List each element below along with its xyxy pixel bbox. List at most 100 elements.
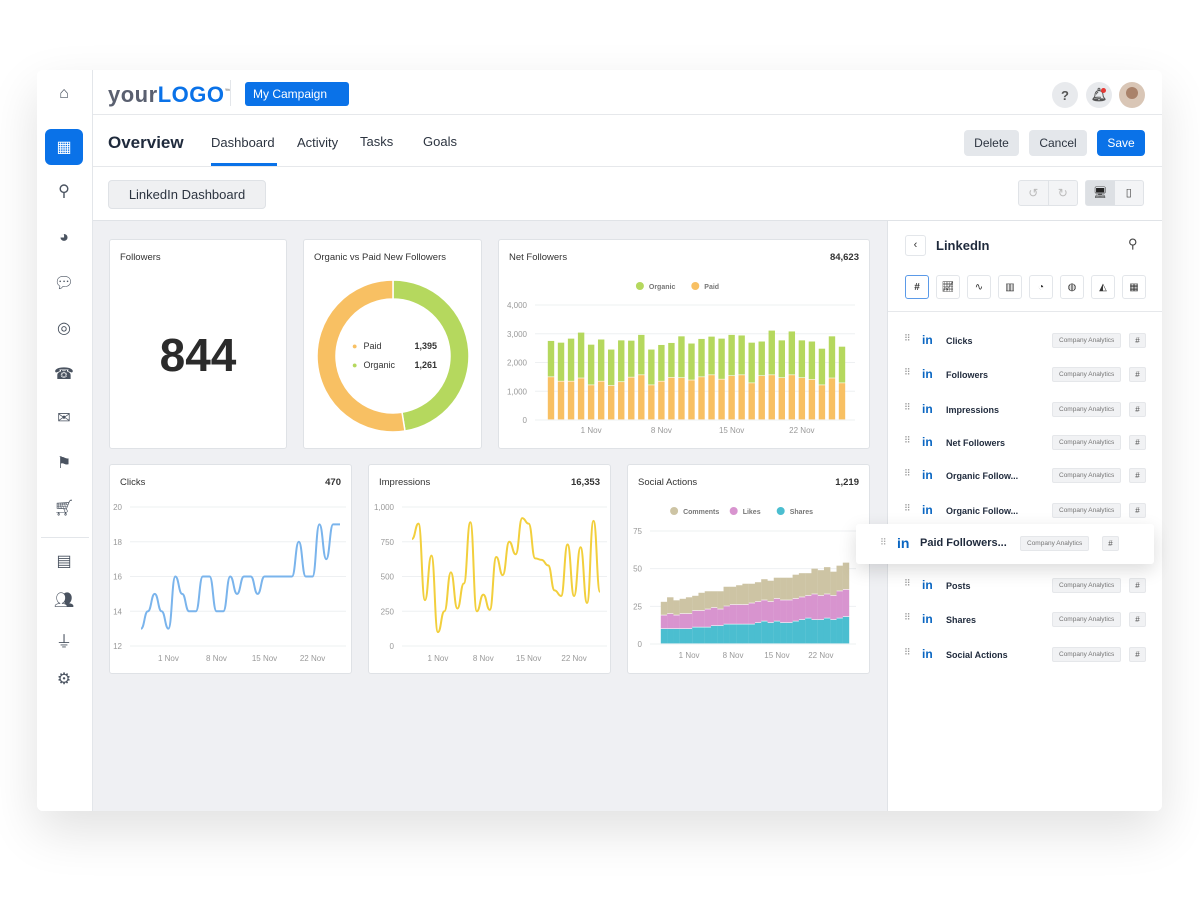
x-tick-label: 22 Nov bbox=[561, 654, 586, 663]
net-followers-card[interactable]: Net Followers 84,623 0 1,000 2,000 3,000 4,0… bbox=[498, 239, 870, 449]
bar-organic bbox=[768, 330, 775, 375]
globe-icon[interactable]: ◍ bbox=[1060, 275, 1084, 299]
followers-value: 844 bbox=[159, 329, 237, 381]
save-button[interactable]: Save bbox=[1097, 130, 1145, 156]
home-icon[interactable]: ⌂ bbox=[45, 76, 83, 112]
bar-paid bbox=[628, 377, 635, 420]
drag-handle-icon[interactable]: ⠿ bbox=[904, 613, 912, 622]
mobile-view-icon[interactable]: ▯ bbox=[1115, 181, 1144, 205]
bar-shares bbox=[786, 622, 793, 644]
pie-chart-icon[interactable]: ◔ bbox=[1029, 275, 1053, 299]
item-tag: Company Analytics bbox=[1052, 435, 1122, 450]
search-icon[interactable]: ⚲ bbox=[1128, 236, 1138, 252]
bar-likes bbox=[711, 607, 718, 626]
bar-likes bbox=[673, 615, 680, 629]
organic-vs-paid-card[interactable]: Organic vs Paid New Followers ● Paid 1,395… bbox=[303, 239, 482, 449]
drag-handle-icon[interactable]: ⠿ bbox=[904, 334, 912, 343]
desktop-view-icon[interactable]: 🖥︎ bbox=[1086, 181, 1115, 205]
drag-handle-icon[interactable]: ⠿ bbox=[904, 579, 912, 588]
drag-handle-icon[interactable]: ⠿ bbox=[904, 469, 912, 478]
users-icon[interactable]: 👥︎ bbox=[45, 582, 83, 618]
campaign-dropdown[interactable]: My Campaign ▼ bbox=[245, 82, 349, 114]
x-tick-label: 22 Nov bbox=[300, 654, 325, 663]
item-tag: Company Analytics bbox=[1052, 503, 1122, 518]
bar-organic bbox=[748, 342, 755, 383]
widget-list-item[interactable]: ⠿ in Social Actions Company Analytics # bbox=[888, 641, 1162, 671]
redo-icon[interactable]: ↻ bbox=[1049, 181, 1078, 205]
cancel-button[interactable]: Cancel bbox=[1029, 130, 1087, 156]
bar-paid bbox=[708, 375, 715, 420]
bar-paid bbox=[577, 378, 585, 420]
delete-button[interactable]: Delete bbox=[964, 130, 1019, 156]
table-icon[interactable]: ▦ bbox=[1122, 275, 1146, 299]
avatar[interactable] bbox=[1119, 82, 1145, 108]
followers-card[interactable]: Followers 844 bbox=[109, 239, 287, 449]
tab-activity[interactable]: Activity bbox=[297, 135, 338, 150]
y-tick-label: 18 bbox=[113, 538, 122, 547]
plug-icon[interactable]: ⏚ bbox=[45, 622, 83, 658]
tab-dashboard[interactable]: Dashboard bbox=[211, 135, 275, 150]
chat-icon[interactable]: 💬︎ bbox=[45, 265, 83, 301]
widget-list-item[interactable]: ⠿ in Shares Company Analytics # bbox=[888, 606, 1162, 636]
bar-comments bbox=[792, 574, 799, 599]
bar-organic bbox=[577, 332, 585, 378]
bar-likes bbox=[685, 613, 693, 629]
bar-chart-icon[interactable]: ▥ bbox=[998, 275, 1022, 299]
widget-list-item[interactable]: ⠿ in Net Followers Company Analytics # bbox=[888, 429, 1162, 459]
line-chart-icon[interactable]: 📈︎ bbox=[936, 275, 960, 299]
drag-handle-icon[interactable]: ⠿ bbox=[904, 436, 912, 445]
type-number-button[interactable]: # bbox=[905, 275, 929, 299]
mail-icon[interactable]: ✉︎ bbox=[45, 400, 83, 436]
linkedin-icon: in bbox=[922, 435, 933, 449]
target-icon[interactable]: ◎ bbox=[45, 310, 83, 346]
linkedin-icon: in bbox=[897, 535, 910, 551]
widget-list-item[interactable]: ⠿ in Organic Follow... Company Analytics # bbox=[888, 497, 1162, 527]
phone-icon[interactable]: ☎︎ bbox=[45, 356, 83, 392]
item-name: Shares bbox=[946, 615, 977, 625]
dragged-widget-item[interactable]: ⠿ in Paid Followers... Company Analytics… bbox=[856, 524, 1154, 564]
undo-icon[interactable]: ↺ bbox=[1019, 181, 1049, 205]
drag-handle-icon[interactable]: ⠿ bbox=[904, 648, 912, 657]
drag-handle-icon[interactable]: ⠿ bbox=[880, 537, 887, 548]
help-button[interactable]: ? bbox=[1052, 82, 1078, 108]
search-icon[interactable]: ⚲ bbox=[45, 173, 83, 209]
bar-shares bbox=[780, 622, 787, 644]
location-icon[interactable]: ⚑ bbox=[45, 445, 83, 481]
drag-handle-icon[interactable]: ⠿ bbox=[904, 504, 912, 513]
back-button[interactable]: ‹ bbox=[905, 235, 926, 256]
widget-list-item[interactable]: ⠿ in Posts Company Analytics # bbox=[888, 572, 1162, 602]
x-tick-label: 1 Nov bbox=[427, 654, 448, 663]
area-chart-icon[interactable]: ◭ bbox=[1091, 275, 1115, 299]
bar-comments bbox=[805, 573, 812, 596]
tab-tasks[interactable]: Tasks bbox=[360, 134, 393, 149]
widget-list-item[interactable]: ⠿ in Organic Follow... Company Analytics # bbox=[888, 462, 1162, 492]
bar-shares bbox=[729, 624, 737, 644]
item-tag: Company Analytics bbox=[1052, 468, 1122, 483]
bar-organic bbox=[798, 340, 806, 378]
drag-handle-icon[interactable]: ⠿ bbox=[904, 403, 912, 412]
gear-icon[interactable]: ⚙︎ bbox=[45, 661, 83, 697]
dashboard-name-button[interactable]: LinkedIn Dashboard bbox=[108, 180, 266, 209]
document-icon[interactable]: ▤ bbox=[45, 543, 83, 579]
bar-shares bbox=[836, 618, 843, 644]
widget-list-item[interactable]: ⠿ in Impressions Company Analytics # bbox=[888, 396, 1162, 426]
legend-dot bbox=[729, 507, 738, 515]
pie-chart-icon[interactable]: ◕ bbox=[45, 220, 83, 256]
wave-icon[interactable]: ∿ bbox=[967, 275, 991, 299]
widget-list-item[interactable]: ⠿ in Followers Company Analytics # bbox=[888, 361, 1162, 391]
impressions-card[interactable]: Impressions 16,353 0 250 500 750 1,000 1 Nov 8… bbox=[368, 464, 611, 674]
legend-organic: Organic bbox=[363, 360, 395, 370]
bar-paid bbox=[668, 377, 675, 420]
tab-goals[interactable]: Goals bbox=[423, 134, 457, 149]
social-actions-card[interactable]: Social Actions 1,219 0 25 50 75 1 Nov 8 Nov 15… bbox=[627, 464, 870, 674]
cart-icon[interactable]: 🛒︎ bbox=[45, 490, 83, 526]
bar-likes bbox=[679, 613, 687, 629]
widget-list-item[interactable]: ⠿ in Clicks Company Analytics # bbox=[888, 327, 1162, 357]
drag-handle-icon[interactable]: ⠿ bbox=[904, 368, 912, 377]
linkedin-icon: in bbox=[922, 612, 933, 626]
legend-label: Paid bbox=[704, 284, 719, 291]
bar-shares bbox=[805, 618, 812, 644]
notifications-button[interactable]: 🔔︎ bbox=[1086, 82, 1112, 108]
dashboard-icon[interactable]: ▦ bbox=[45, 129, 83, 165]
clicks-card[interactable]: Clicks 470 12 14 16 18 20 1 Nov 8 Nov 15 Nov 22 … bbox=[109, 464, 352, 674]
